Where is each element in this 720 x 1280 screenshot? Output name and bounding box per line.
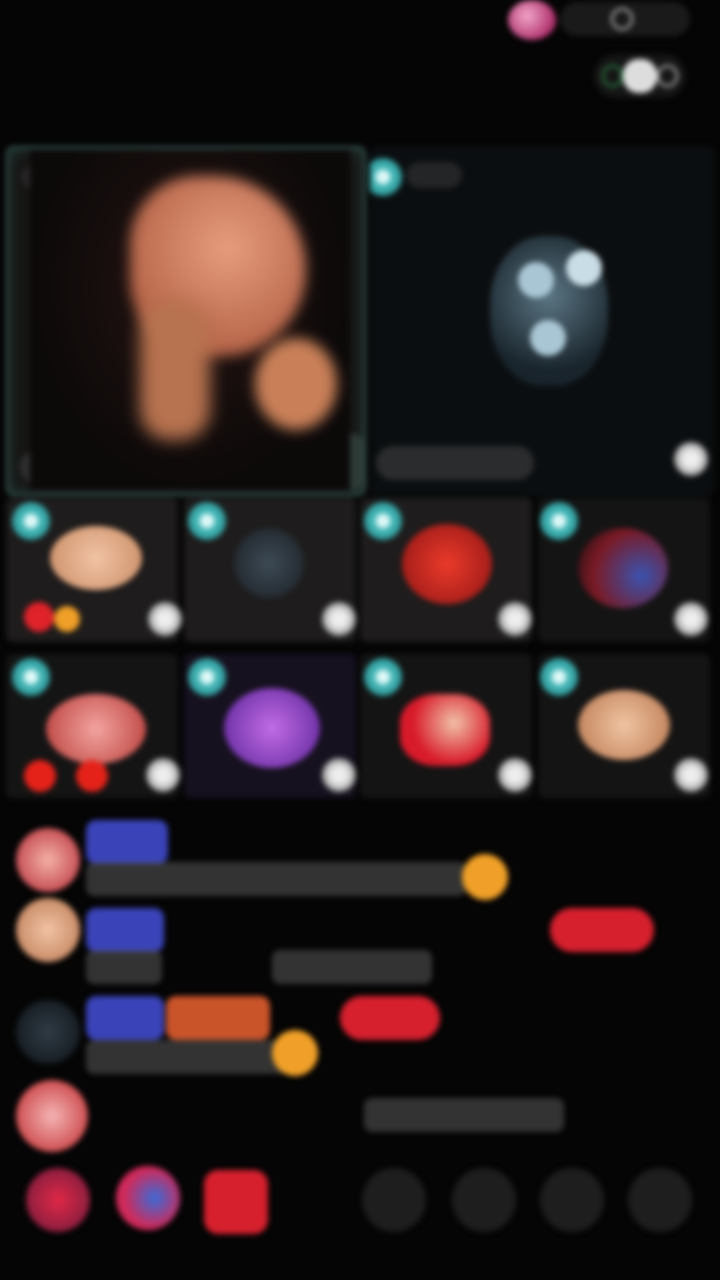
seat-avatar-icon	[188, 658, 226, 696]
share-icon[interactable]	[452, 1168, 516, 1232]
chat-message-bubble	[364, 1098, 564, 1132]
mic-icon[interactable]	[498, 758, 532, 792]
level-badge	[86, 820, 168, 864]
seat-tile-3[interactable]	[360, 498, 532, 642]
chat-message-bubble	[272, 950, 432, 984]
mic-icon[interactable]	[674, 758, 708, 792]
gift-icon	[54, 606, 80, 632]
seat-avatar-icon	[12, 658, 50, 696]
vip-badge	[166, 996, 270, 1040]
seat-tile-1[interactable]	[6, 498, 182, 642]
follow-pill[interactable]	[594, 54, 686, 98]
emoji-icon	[462, 854, 508, 900]
viewer-icon	[611, 8, 633, 30]
seat-avatar-image	[400, 694, 490, 766]
mic-icon[interactable]	[674, 602, 708, 636]
room-info-pill[interactable]	[560, 2, 690, 36]
room-owner-avatar[interactable]	[508, 0, 556, 40]
chat-avatar[interactable]	[16, 828, 80, 892]
close-icon[interactable]	[657, 65, 679, 87]
seat-tile-7[interactable]	[360, 654, 532, 798]
host-neck	[140, 300, 210, 440]
chat-avatar[interactable]	[16, 1080, 88, 1152]
chat-icon[interactable]	[362, 1168, 426, 1232]
gift-badge	[340, 996, 440, 1040]
host-shoulder	[255, 338, 337, 430]
seat-avatar-image	[234, 528, 304, 598]
level-badge	[86, 908, 164, 952]
gift-icon	[24, 760, 56, 792]
status-icon	[602, 65, 623, 87]
seat-tile-4[interactable]	[538, 498, 710, 642]
seat-avatar-icon	[540, 658, 578, 696]
seat-avatar-image	[224, 688, 320, 768]
chat-avatar[interactable]	[16, 1000, 80, 1064]
seat-tile-5[interactable]	[6, 654, 180, 798]
game-icon[interactable]	[116, 1166, 180, 1230]
mic-icon[interactable]	[148, 602, 182, 636]
chat-message-bubble	[86, 1040, 296, 1074]
seat-avatar-icon	[364, 658, 402, 696]
mic-toggle-icon[interactable]	[540, 1168, 604, 1232]
gift-icon	[76, 760, 108, 792]
mic-icon[interactable]	[674, 442, 708, 476]
emoji-icon	[272, 1030, 318, 1076]
seat-avatar-icon	[540, 502, 578, 540]
gift-badge	[550, 908, 654, 952]
gift-box-icon[interactable]	[26, 1168, 90, 1232]
gift-icon[interactable]	[204, 1170, 268, 1234]
seat-avatar-icon	[364, 502, 402, 540]
chat-avatar[interactable]	[16, 898, 80, 962]
guest-avatar-detail	[530, 320, 566, 356]
mic-icon[interactable]	[322, 602, 356, 636]
seat-avatar-icon	[188, 502, 226, 540]
more-icon[interactable]	[628, 1168, 692, 1232]
guest-avatar-detail	[566, 250, 602, 286]
mic-icon[interactable]	[322, 758, 356, 792]
seat-avatar-image	[578, 690, 670, 760]
guest-name-chip	[406, 162, 462, 188]
seat-tile-2[interactable]	[184, 498, 356, 642]
gift-icon	[24, 602, 54, 632]
level-badge	[86, 996, 164, 1040]
seat-avatar-image	[578, 528, 668, 608]
guest-avatar-icon	[370, 158, 402, 196]
chat-message-bubble	[86, 862, 466, 896]
seat-avatar-icon	[12, 502, 50, 540]
mic-icon[interactable]	[498, 602, 532, 636]
guest-level-badge	[376, 446, 534, 480]
chat-message-bubble	[86, 950, 162, 984]
seat-tile-6[interactable]	[184, 654, 356, 798]
guest-avatar-detail	[518, 262, 554, 298]
seat-avatar-image	[50, 526, 142, 590]
heart-icon[interactable]	[622, 59, 658, 93]
mic-icon[interactable]	[146, 758, 180, 792]
seat-avatar-image	[402, 524, 492, 604]
seat-avatar-image	[46, 694, 146, 764]
seat-tile-8[interactable]	[538, 654, 710, 798]
live-room	[0, 0, 720, 1280]
